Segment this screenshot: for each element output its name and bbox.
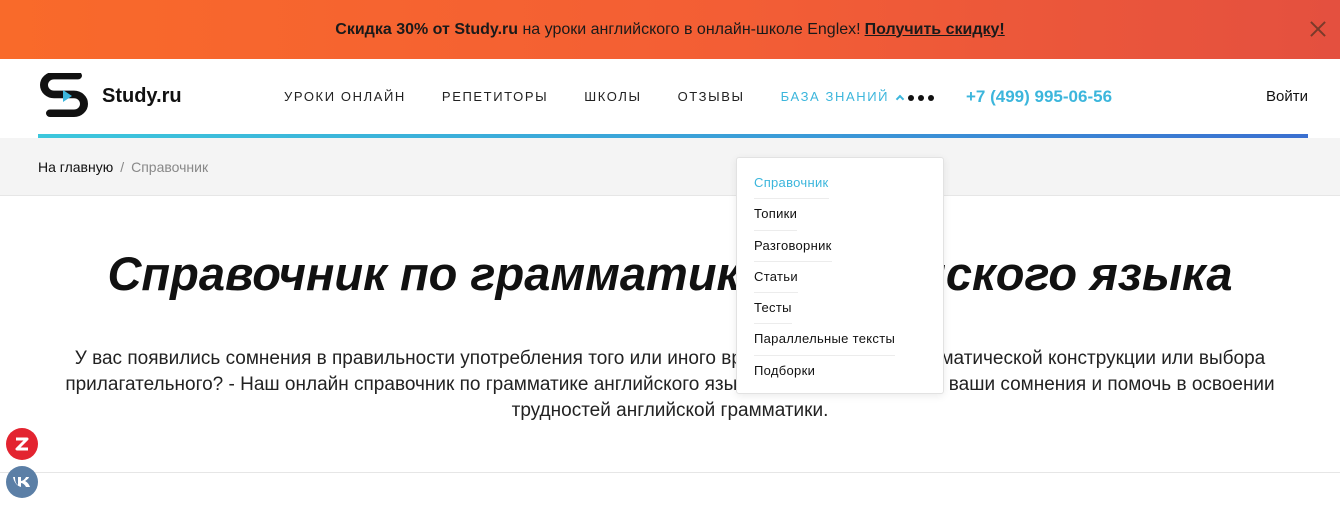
nav-item-reviews[interactable]: Отзывы — [678, 89, 745, 104]
more-dot — [908, 95, 914, 101]
promo-banner: Скидка 30% от Study.ru на уроки английск… — [0, 0, 1340, 59]
zen-icon[interactable] — [6, 428, 38, 460]
dropdown-item-tests[interactable]: Тесты — [754, 293, 792, 325]
main-nav: Уроки онлайн Репетиторы Школы Отзывы Баз… — [284, 89, 939, 104]
site-header: Study.ru Уроки онлайн Репетиторы Школы О… — [0, 59, 1340, 138]
breadcrumb-current: Справочник — [131, 159, 209, 175]
more-icon[interactable] — [908, 95, 934, 101]
zen-glyph-icon — [15, 437, 29, 451]
breadcrumb-home-link[interactable]: На главную — [38, 159, 113, 175]
nav-item-tutors[interactable]: Репетиторы — [442, 89, 548, 104]
dropdown-item-collections[interactable]: Подборки — [754, 356, 815, 387]
breadcrumb: На главную / Справочник — [0, 138, 1340, 196]
dropdown-item-parallel-texts[interactable]: Параллельные тексты — [754, 324, 896, 356]
chevron-up-icon — [895, 94, 905, 104]
page-title: Справочник по грамматике английского язы… — [107, 247, 1233, 300]
vk-icon[interactable] — [6, 466, 38, 498]
more-dot — [928, 95, 934, 101]
logo-link[interactable]: Study.ru — [38, 73, 182, 119]
nav-item-knowledge-base-label: База знаний — [780, 89, 890, 104]
close-icon[interactable] — [1308, 19, 1328, 39]
page-intro: У вас появились сомнения в правильности … — [65, 348, 1275, 421]
phone-link[interactable]: +7 (499) 995-06-56 — [966, 87, 1112, 107]
breadcrumb-separator: / — [120, 159, 125, 175]
promo-bold-text: Скидка 30% от Study.ru — [335, 20, 519, 38]
promo-discount-link[interactable]: Получить скидку! — [865, 21, 1005, 39]
dropdown-item-reference[interactable]: Справочник — [754, 168, 829, 200]
nav-item-schools[interactable]: Школы — [584, 89, 641, 104]
nav-item-knowledge-base[interactable]: База знаний — [780, 89, 905, 104]
brand-name: Study.ru — [102, 84, 182, 107]
dropdown-item-topics[interactable]: Топики — [754, 199, 798, 231]
promo-text: на уроки английского в онлайн-школе Engl… — [518, 20, 861, 38]
more-dot — [918, 95, 924, 101]
vk-glyph-icon — [13, 477, 30, 487]
study-logo-icon — [40, 73, 88, 118]
nav-item-lessons[interactable]: Уроки онлайн — [284, 89, 406, 104]
login-button[interactable]: Войти — [1266, 88, 1308, 105]
dropdown-item-articles[interactable]: Статьи — [754, 262, 798, 294]
section-divider — [0, 472, 1340, 473]
knowledge-base-dropdown: Справочник Топики Разговорник Статьи Тес… — [736, 157, 944, 394]
dropdown-item-phrasebook[interactable]: Разговорник — [754, 231, 832, 262]
